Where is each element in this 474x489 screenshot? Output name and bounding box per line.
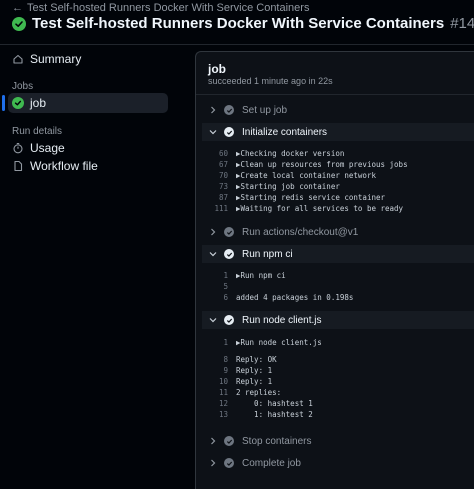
step-label: Complete job <box>242 457 301 469</box>
sidebar-item-label: job <box>30 96 47 110</box>
page-header: ← Test Self-hosted Runners Docker With S… <box>0 0 474 45</box>
run-details-heading: Run details <box>12 126 63 137</box>
log-line[interactable]: 60 ▶Checking docker version <box>202 148 344 159</box>
log-line[interactable]: 70 ▶Create local container network <box>202 170 376 181</box>
step-label: Set up job <box>242 104 288 116</box>
chevron-down-icon <box>206 316 220 324</box>
sidebar: Summary Jobs job Run details Usage Workf… <box>0 45 195 488</box>
log-line[interactable]: 111 ▶Waiting for all services to be ready <box>202 203 403 214</box>
chevron-down-icon <box>206 128 220 136</box>
file-icon <box>12 160 24 172</box>
page-title: Test Self-hosted Runners Docker With Ser… <box>12 15 474 32</box>
log-line[interactable]: 6 added 4 packages in 0.198s <box>202 292 353 303</box>
stopwatch-icon <box>12 142 24 154</box>
check-circle-icon <box>224 315 234 325</box>
sidebar-item-usage[interactable]: Usage <box>8 138 168 158</box>
chevron-down-icon <box>206 250 220 258</box>
step-label: Stop containers <box>242 435 312 447</box>
check-circle-icon <box>224 227 234 237</box>
step-run-checkout[interactable]: Run actions/checkout@v1 <box>202 223 474 241</box>
log-line[interactable]: 5 <box>202 281 236 292</box>
log-line[interactable]: 10 Reply: 1 <box>202 376 272 387</box>
sidebar-item-label: Usage <box>30 141 65 155</box>
chevron-right-icon <box>206 459 220 467</box>
run-number: #14 <box>450 15 474 32</box>
job-log-panel: job succeeded 1 minute ago in 22s Set up… <box>195 51 474 489</box>
step-run-npm-ci[interactable]: Run npm ci <box>202 245 474 263</box>
log-line[interactable]: 1 ▶Run node client.js <box>202 337 321 348</box>
step-label: Run actions/checkout@v1 <box>242 226 359 238</box>
back-link[interactable]: ← Test Self-hosted Runners Docker With S… <box>12 2 309 14</box>
step-label: Run npm ci <box>242 248 293 260</box>
sidebar-item-label: Workflow file <box>30 159 98 173</box>
check-circle-icon <box>224 458 234 468</box>
chevron-right-icon <box>206 106 220 114</box>
chevron-right-icon <box>206 228 220 236</box>
sidebar-item-job[interactable]: job <box>2 93 168 113</box>
log-line[interactable]: 87 ▶Starting redis service container <box>202 192 385 203</box>
step-initialize-containers[interactable]: Initialize containers <box>202 123 474 141</box>
check-circle-icon <box>224 436 234 446</box>
log-line[interactable]: 1 ▶Run npm ci <box>202 270 285 281</box>
job-header: job succeeded 1 minute ago in 22s <box>196 52 474 95</box>
sidebar-item-label: Summary <box>30 52 82 66</box>
workflow-title: Test Self-hosted Runners Docker With Ser… <box>32 15 445 32</box>
log-line[interactable]: 13 1: hashtest 2 <box>202 409 313 420</box>
log-line[interactable]: 9 Reply: 1 <box>202 365 272 376</box>
step-set-up-job[interactable]: Set up job <box>202 101 474 119</box>
check-circle-icon <box>224 127 234 137</box>
home-icon <box>12 53 24 65</box>
jobs-heading: Jobs <box>12 81 34 92</box>
check-circle-icon <box>224 105 234 115</box>
check-circle-icon <box>224 249 234 259</box>
log-line[interactable]: 73 ▶Starting job container <box>202 181 340 192</box>
step-label: Initialize containers <box>242 126 328 138</box>
log-line[interactable]: 67 ▶Clean up resources from previous jobs <box>202 159 408 170</box>
step-label: Run node client.js <box>242 314 322 326</box>
job-status: succeeded 1 minute ago in 22s <box>208 76 333 86</box>
arrow-left-icon: ← <box>12 2 23 14</box>
back-link-label: Test Self-hosted Runners Docker With Ser… <box>27 2 310 14</box>
sidebar-item-workflow-file[interactable]: Workflow file <box>8 156 168 176</box>
check-circle-icon <box>12 16 26 31</box>
chevron-right-icon <box>206 437 220 445</box>
sidebar-item-summary[interactable]: Summary <box>8 49 168 69</box>
step-stop-containers[interactable]: Stop containers <box>202 432 474 450</box>
log-line[interactable]: 12 0: hashtest 1 <box>202 398 313 409</box>
job-title: job <box>208 62 226 76</box>
log-line[interactable]: 8 Reply: OK <box>202 354 276 365</box>
check-circle-icon <box>12 97 24 109</box>
step-run-node-client[interactable]: Run node client.js <box>202 311 474 329</box>
log-line[interactable]: 11 2 replies: <box>202 387 281 398</box>
step-complete-job[interactable]: Complete job <box>202 454 474 472</box>
